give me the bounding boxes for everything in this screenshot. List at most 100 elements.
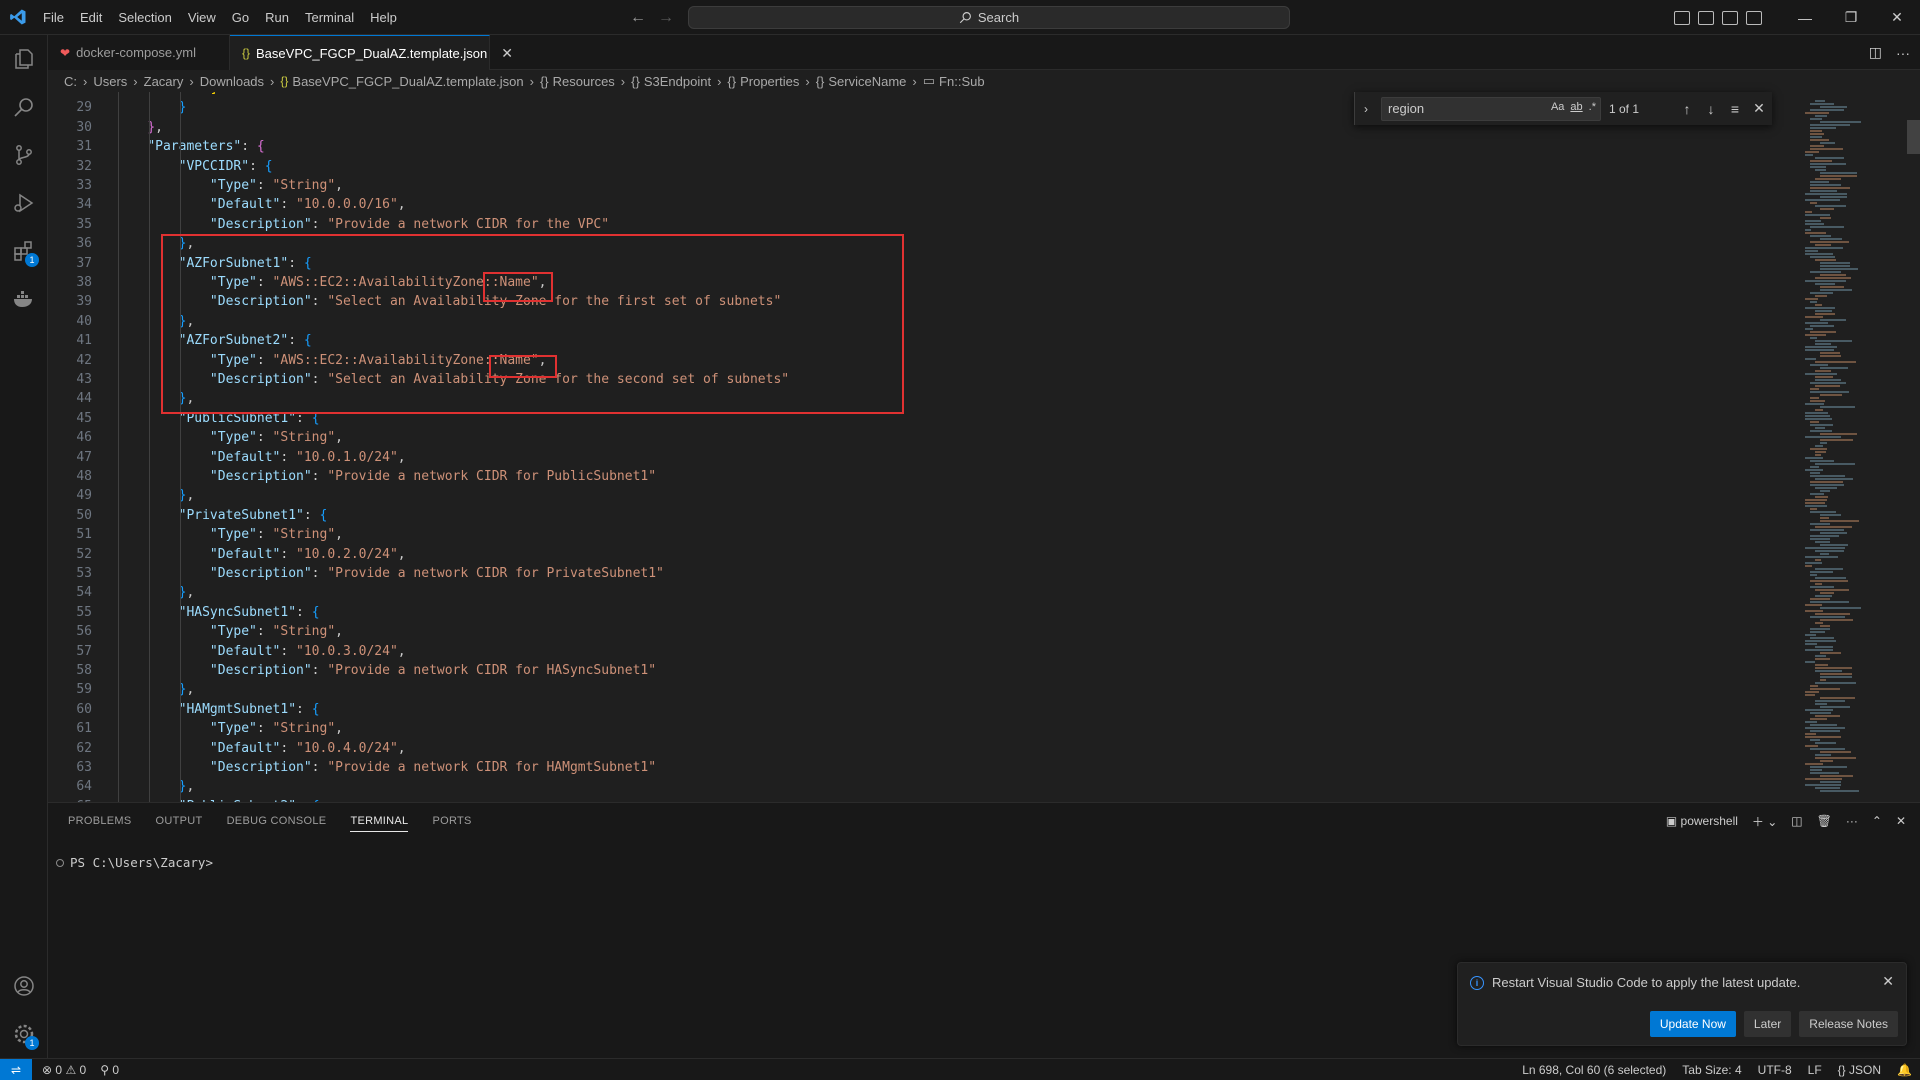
editor-scrollbar[interactable] (1907, 120, 1920, 154)
previous-match-icon[interactable]: ↑ (1675, 101, 1699, 117)
menu-file[interactable]: File (35, 0, 72, 35)
menu-terminal[interactable]: Terminal (297, 0, 362, 35)
docker-icon[interactable] (0, 275, 48, 323)
code-line[interactable]: "Description": "Provide a network CIDR f… (116, 215, 609, 234)
breadcrumb-item[interactable]: S3Endpoint (644, 74, 711, 89)
code-editor[interactable]: 28 29 30 31 32 33 34 35 36 37 38 39 40 41 42 43 44 45 46 47… (48, 92, 1920, 802)
update-now-button[interactable]: Update Now (1649, 1011, 1736, 1037)
code-line[interactable]: "Parameters": { (116, 137, 264, 156)
source-control-icon[interactable] (0, 131, 48, 179)
code-line[interactable]: "Type": "String", (116, 719, 343, 738)
code-line[interactable]: "PrivateSubnet1": { (116, 506, 328, 525)
toggle-panel-icon[interactable] (1698, 10, 1714, 25)
kill-terminal-icon[interactable]: 🗑 (1817, 814, 1832, 828)
code-line[interactable]: "Default": "10.0.1.0/24", (116, 448, 406, 467)
tab-problems[interactable]: PROBLEMS (68, 815, 132, 827)
code-line[interactable]: "Description": "Provide a network CIDR f… (116, 467, 656, 486)
later-button[interactable]: Later (1743, 1011, 1792, 1037)
forward-arrow-icon[interactable]: → (658, 9, 674, 27)
breadcrumb-item[interactable]: Resources (553, 74, 615, 89)
breadcrumb-item[interactable]: C: (64, 74, 77, 89)
explorer-icon[interactable] (0, 35, 48, 83)
breadcrumb-item[interactable]: ServiceName (828, 74, 906, 89)
minimap[interactable] (1797, 92, 1907, 802)
code-line[interactable]: } (116, 98, 187, 117)
command-center-search[interactable]: Search (688, 6, 1290, 29)
close-notification-icon[interactable]: ✕ (1882, 973, 1894, 990)
match-case-toggle[interactable]: Aa (1551, 101, 1564, 113)
menu-help[interactable]: Help (362, 0, 405, 35)
code-line[interactable]: "Type": "String", (116, 176, 343, 195)
menu-edit[interactable]: Edit (72, 0, 110, 35)
breadcrumb-item[interactable]: Properties (740, 74, 799, 89)
customize-layout-icon[interactable] (1746, 10, 1762, 25)
menu-go[interactable]: Go (224, 0, 257, 35)
breadcrumb-item[interactable]: BaseVPC_FGCP_DualAZ.template.json (292, 74, 523, 89)
toggle-replace-chevron-icon[interactable]: › (1355, 102, 1377, 116)
breadcrumb-item[interactable]: Users (93, 74, 127, 89)
close-window-button[interactable]: ✕ (1874, 0, 1920, 35)
code-line[interactable]: }, (116, 118, 163, 137)
code-line[interactable]: "VPCCIDR": { (116, 157, 273, 176)
code-area[interactable]: ] } }, "Parameters": { "VPCCIDR": { "Typ… (116, 92, 1816, 802)
next-match-icon[interactable]: ↓ (1699, 101, 1723, 117)
code-line[interactable]: "Default": "10.0.0.0/16", (116, 195, 406, 214)
ports-status[interactable]: ⚲ 0 (100, 1063, 119, 1077)
find-in-selection-icon[interactable]: ≡ (1723, 101, 1747, 117)
tab-terminal[interactable]: TERMINAL (350, 815, 409, 832)
code-line[interactable]: }, (116, 486, 195, 505)
breadcrumb-item[interactable]: Downloads (200, 74, 264, 89)
code-line[interactable]: "Default": "10.0.2.0/24", (116, 545, 406, 564)
release-notes-button[interactable]: Release Notes (1799, 1011, 1898, 1037)
terminal-output[interactable]: PS C:\Users\Zacary> (56, 855, 213, 870)
language-mode[interactable]: {} JSON (1838, 1063, 1881, 1077)
notifications-bell-icon[interactable]: 🔔 (1897, 1063, 1912, 1077)
menu-selection[interactable]: Selection (110, 0, 179, 35)
tab-template-json[interactable]: {} BaseVPC_FGCP_DualAZ.template.json ✕ (230, 35, 513, 70)
terminal-shell-selector[interactable]: ▣ powershell (1666, 814, 1738, 828)
menu-view[interactable]: View (180, 0, 224, 35)
encoding[interactable]: UTF-8 (1758, 1063, 1792, 1077)
toggle-secondary-sidebar-icon[interactable] (1722, 10, 1738, 25)
tab-debug-console[interactable]: DEBUG CONSOLE (227, 815, 327, 827)
end-of-line[interactable]: LF (1808, 1063, 1822, 1077)
code-line[interactable]: }, (116, 583, 195, 602)
indentation[interactable]: Tab Size: 4 (1682, 1063, 1741, 1077)
code-line[interactable]: ] (116, 92, 218, 98)
match-whole-word-toggle[interactable]: ab (1570, 101, 1582, 113)
code-line[interactable]: "Description": "Provide a network CIDR f… (116, 758, 656, 777)
code-line[interactable]: "Type": "String", (116, 428, 343, 447)
new-terminal-icon[interactable]: ＋ ⌄ (1752, 813, 1777, 830)
code-line[interactable]: }, (116, 777, 195, 796)
code-line[interactable]: "Description": "Provide a network CIDR f… (116, 661, 656, 680)
find-input[interactable]: region Aa ab .* (1381, 96, 1601, 121)
split-editor-icon[interactable]: ◫ (1869, 44, 1882, 61)
more-icon[interactable]: ··· (1846, 814, 1858, 828)
code-line[interactable]: }, (116, 680, 195, 699)
accounts-icon[interactable] (0, 962, 48, 1010)
search-view-icon[interactable] (0, 83, 48, 131)
restore-button[interactable]: ❐ (1828, 0, 1874, 35)
code-line[interactable]: "Description": "Provide a network CIDR f… (116, 564, 664, 583)
extensions-icon[interactable]: 1 (0, 227, 48, 275)
code-line[interactable]: "Default": "10.0.3.0/24", (116, 642, 406, 661)
close-panel-icon[interactable]: ✕ (1896, 814, 1906, 828)
remote-indicator-icon[interactable]: ⇌ (0, 1059, 32, 1080)
breadcrumb-item[interactable]: Zacary (144, 74, 184, 89)
menu-run[interactable]: Run (257, 0, 297, 35)
code-line[interactable]: "HAMgmtSubnet1": { (116, 700, 320, 719)
code-line[interactable]: "Type": "String", (116, 525, 343, 544)
back-arrow-icon[interactable]: ← (630, 9, 646, 27)
breadcrumb-item[interactable]: Fn::Sub (939, 74, 985, 89)
code-line[interactable]: "Default": "10.0.4.0/24", (116, 739, 406, 758)
tab-ports[interactable]: PORTS (432, 815, 471, 827)
close-tab-icon[interactable]: ✕ (501, 45, 513, 62)
manage-gear-icon[interactable]: 1 (0, 1010, 48, 1058)
toggle-sidebar-icon[interactable] (1674, 10, 1690, 25)
maximize-panel-icon[interactable]: ⌃ (1872, 814, 1882, 828)
split-terminal-icon[interactable]: ◫ (1791, 814, 1802, 828)
tab-output[interactable]: OUTPUT (156, 815, 203, 827)
run-debug-icon[interactable] (0, 179, 48, 227)
close-find-icon[interactable]: ✕ (1747, 100, 1771, 117)
minimize-button[interactable]: — (1782, 0, 1828, 35)
